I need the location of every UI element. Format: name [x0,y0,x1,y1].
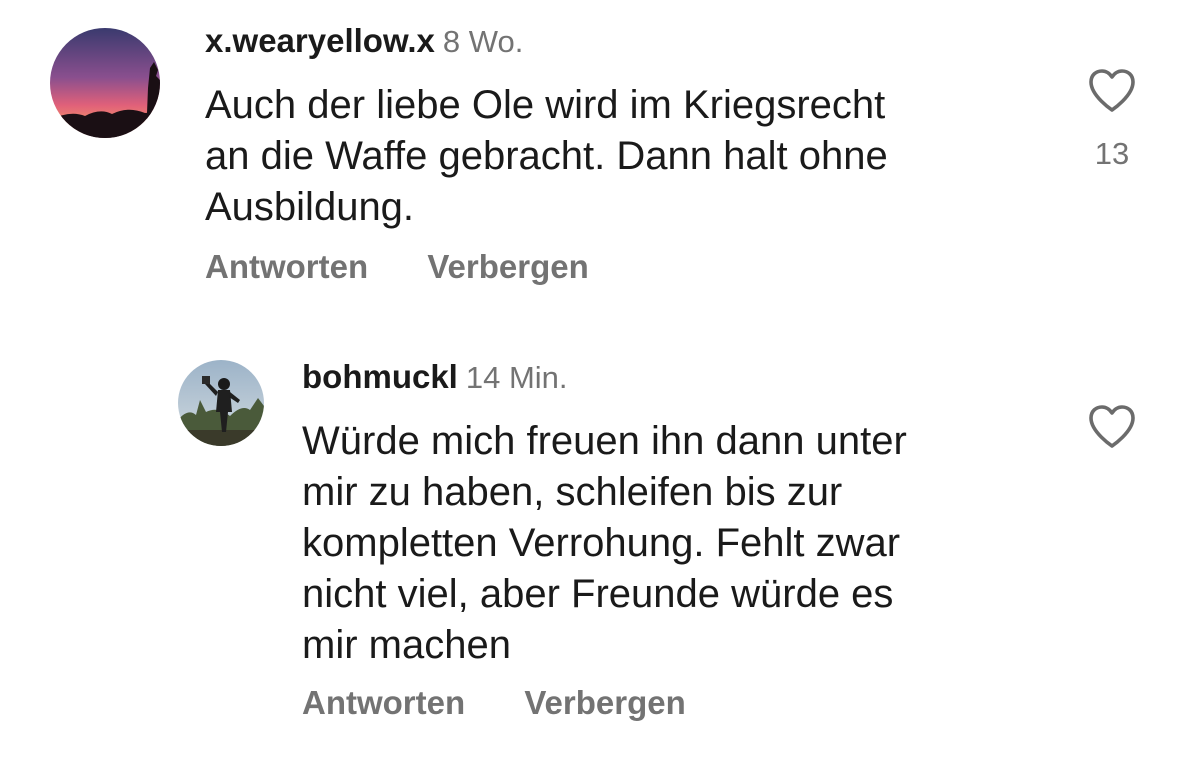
comment-line: Auch der liebe Ole wird im Kriegsrecht [205,83,886,127]
comment-line: Ausbildung. [205,185,415,229]
comment-1: x.wearyellow.x 8 Wo. Auch der liebe Ole w… [0,0,1200,320]
comment-line: an die Waffe gebracht. Dann halt ohne [205,134,888,178]
comment-2-like [1082,404,1142,450]
heart-outline-icon[interactable] [1087,404,1137,450]
comment-1-header: x.wearyellow.x 8 Wo. [205,22,523,60]
username[interactable]: bohmuckl [302,358,458,395]
heart-outline-icon[interactable] [1087,68,1137,114]
reply-button[interactable]: Antworten [302,684,465,721]
comment-2-actions: Antworten Verbergen [302,684,686,722]
like-count: 13 [1094,136,1130,171]
username[interactable]: x.wearyellow.x [205,22,435,59]
comment-line: kompletten Verrohung. Fehlt zwar [302,521,901,565]
comment-1-like: 13 [1082,68,1142,172]
hide-button[interactable]: Verbergen [427,248,588,285]
person-avatar-image [178,360,264,446]
comment-1-actions: Antworten Verbergen [205,248,589,286]
comment-2-text: Würde mich freuen ihn dann unter mir zu … [302,416,1062,671]
comment-line: mir machen [302,623,511,667]
hide-button[interactable]: Verbergen [524,684,685,721]
comment-1-text: Auch der liebe Ole wird im Kriegsrecht a… [205,80,1025,233]
reply-button[interactable]: Antworten [205,248,368,285]
comment-line: Würde mich freuen ihn dann unter [302,419,907,463]
avatar-bohmuckl[interactable] [178,360,264,446]
comment-2: bohmuckl 14 Min. Würde mich freuen ihn da… [0,340,1200,759]
timestamp: 8 Wo. [442,24,524,59]
sunset-avatar-image [50,28,160,138]
comment-line: mir zu haben, schleifen bis zur [302,470,843,514]
comment-line: nicht viel, aber Freunde würde es [302,572,894,616]
timestamp: 14 Min. [465,360,568,395]
comment-2-header: bohmuckl 14 Min. [302,358,568,396]
avatar-x-wearyellow-x[interactable] [50,28,160,138]
